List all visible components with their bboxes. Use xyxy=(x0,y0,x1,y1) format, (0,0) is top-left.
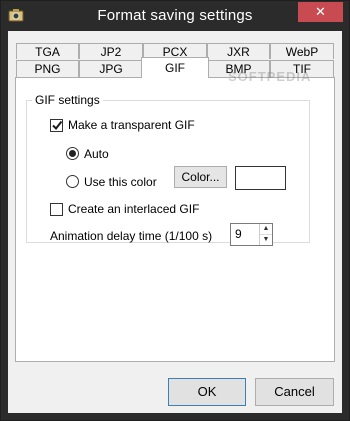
cancel-button[interactable]: Cancel xyxy=(255,378,334,406)
auto-radio[interactable] xyxy=(66,147,79,160)
transparent-gif-checkbox[interactable] xyxy=(50,119,63,132)
watermark-text: SOFTPEDIA xyxy=(228,69,312,84)
tab-jp2[interactable]: JP2 xyxy=(79,43,143,59)
color-button[interactable]: Color... xyxy=(174,166,227,188)
gif-tab-panel: GIF settings Make a transparent GIF Auto… xyxy=(15,77,335,362)
interlaced-gif-checkbox[interactable] xyxy=(50,203,63,216)
tab-tga[interactable]: TGA xyxy=(16,43,79,59)
use-this-color-radio[interactable] xyxy=(66,175,79,188)
tab-jxr[interactable]: JXR xyxy=(207,43,270,59)
gif-settings-group-label: GIF settings xyxy=(32,93,103,107)
tab-webp[interactable]: WebP xyxy=(270,43,334,59)
checkmark-icon xyxy=(52,120,63,131)
spin-down-arrow-icon[interactable]: ▼ xyxy=(260,235,272,246)
tab-png[interactable]: PNG xyxy=(16,60,79,78)
color-swatch[interactable] xyxy=(235,166,286,190)
close-icon: ✕ xyxy=(315,4,326,19)
tab-jpg[interactable]: JPG xyxy=(79,60,143,78)
ok-button[interactable]: OK xyxy=(168,378,246,406)
title-bar[interactable]: Format saving settings ✕ xyxy=(1,1,349,31)
animation-delay-value[interactable]: 9 xyxy=(235,227,242,241)
spin-up-arrow-icon[interactable]: ▲ xyxy=(260,224,272,235)
use-this-color-label: Use this color xyxy=(84,175,157,189)
spinner-arrows: ▲ ▼ xyxy=(259,224,272,245)
radio-selected-dot xyxy=(69,150,76,157)
tab-gif[interactable]: GIF xyxy=(141,57,209,78)
auto-radio-label: Auto xyxy=(84,147,109,161)
animation-delay-label: Animation delay time (1/100 s) xyxy=(50,229,213,243)
dialog-client-area: SOFTPEDIA TGA JP2 PCX JXR WebP PNG JPG G… xyxy=(8,31,342,413)
window-title: Format saving settings xyxy=(97,7,253,24)
dialog-window: Format saving settings ✕ SOFTPEDIA TGA J… xyxy=(0,0,350,421)
animation-delay-spinner[interactable]: 9 ▲ ▼ xyxy=(230,223,273,246)
interlaced-gif-label: Create an interlaced GIF xyxy=(68,202,200,216)
transparent-gif-label: Make a transparent GIF xyxy=(68,118,195,132)
close-button[interactable]: ✕ xyxy=(298,2,343,22)
